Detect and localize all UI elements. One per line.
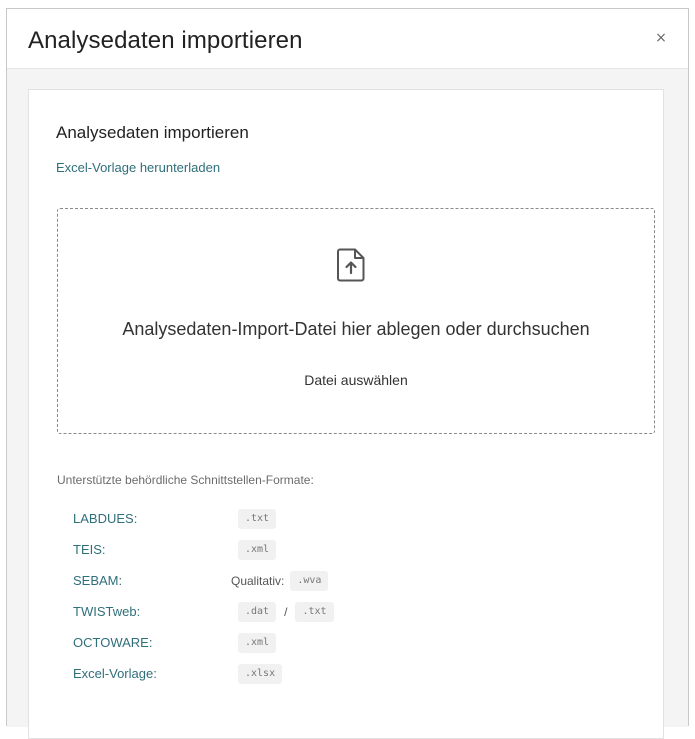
format-name: SEBAM: bbox=[73, 573, 123, 588]
choose-file-button[interactable]: Datei auswählen bbox=[304, 372, 408, 388]
format-row-sebam: SEBAM: Qualitativ: .wva bbox=[73, 570, 633, 592]
extension-badge: .txt bbox=[295, 602, 334, 622]
file-dropzone[interactable]: Analysedaten-Import-Datei hier ablegen o… bbox=[57, 208, 655, 434]
format-values: Qualitativ: .wva bbox=[231, 570, 329, 592]
format-row-labdues: LABDUES: .txt bbox=[73, 508, 633, 530]
formats-label: Unterstützte behördliche Schnittstellen-… bbox=[57, 473, 314, 487]
extension-badge: .xlsx bbox=[238, 664, 283, 684]
format-name: TWISTweb: bbox=[73, 604, 141, 619]
download-template-link[interactable]: Excel-Vorlage herunterladen bbox=[56, 160, 220, 175]
extension-badge: .txt bbox=[238, 509, 277, 529]
format-row-twistweb: TWISTweb: .dat / .txt bbox=[73, 601, 633, 623]
choose-file-row: Datei auswählen bbox=[58, 372, 654, 388]
format-prefix-label: Qualitativ: bbox=[231, 574, 285, 588]
file-upload-icon bbox=[337, 248, 365, 282]
format-name: LABDUES: bbox=[73, 511, 138, 526]
format-values: .dat / .txt bbox=[238, 601, 334, 623]
format-row-excel: Excel-Vorlage: .xlsx bbox=[73, 663, 633, 685]
format-name: TEIS: bbox=[73, 542, 106, 557]
format-values: .xlsx bbox=[238, 663, 283, 685]
import-dialog: Analysedaten importieren × Analysedaten … bbox=[6, 8, 689, 739]
dialog-header: Analysedaten importieren × bbox=[7, 9, 688, 69]
close-icon: × bbox=[655, 30, 667, 46]
extension-badge: .wva bbox=[290, 571, 329, 591]
dropzone-text: Analysedaten-Import-Datei hier ablegen o… bbox=[122, 319, 590, 339]
close-button[interactable]: × bbox=[652, 29, 670, 47]
dialog-title: Analysedaten importieren bbox=[28, 27, 303, 54]
format-values: .xml bbox=[238, 632, 277, 654]
format-name: OCTOWARE: bbox=[73, 635, 153, 650]
format-row-octoware: OCTOWARE: .xml bbox=[73, 632, 633, 654]
extension-badge: .dat bbox=[238, 602, 277, 622]
format-row-teis: TEIS: .xml bbox=[73, 539, 633, 561]
extension-badge: .xml bbox=[238, 633, 277, 653]
format-name: Excel-Vorlage: bbox=[73, 666, 157, 681]
format-values: .xml bbox=[238, 539, 277, 561]
format-values: .txt bbox=[238, 508, 277, 530]
extension-badge: .xml bbox=[238, 540, 277, 560]
format-separator: / bbox=[284, 605, 288, 619]
dialog-body: Analysedaten importieren Excel-Vorlage h… bbox=[7, 69, 688, 739]
import-card: Analysedaten importieren Excel-Vorlage h… bbox=[28, 89, 664, 739]
card-title: Analysedaten importieren bbox=[56, 123, 249, 142]
